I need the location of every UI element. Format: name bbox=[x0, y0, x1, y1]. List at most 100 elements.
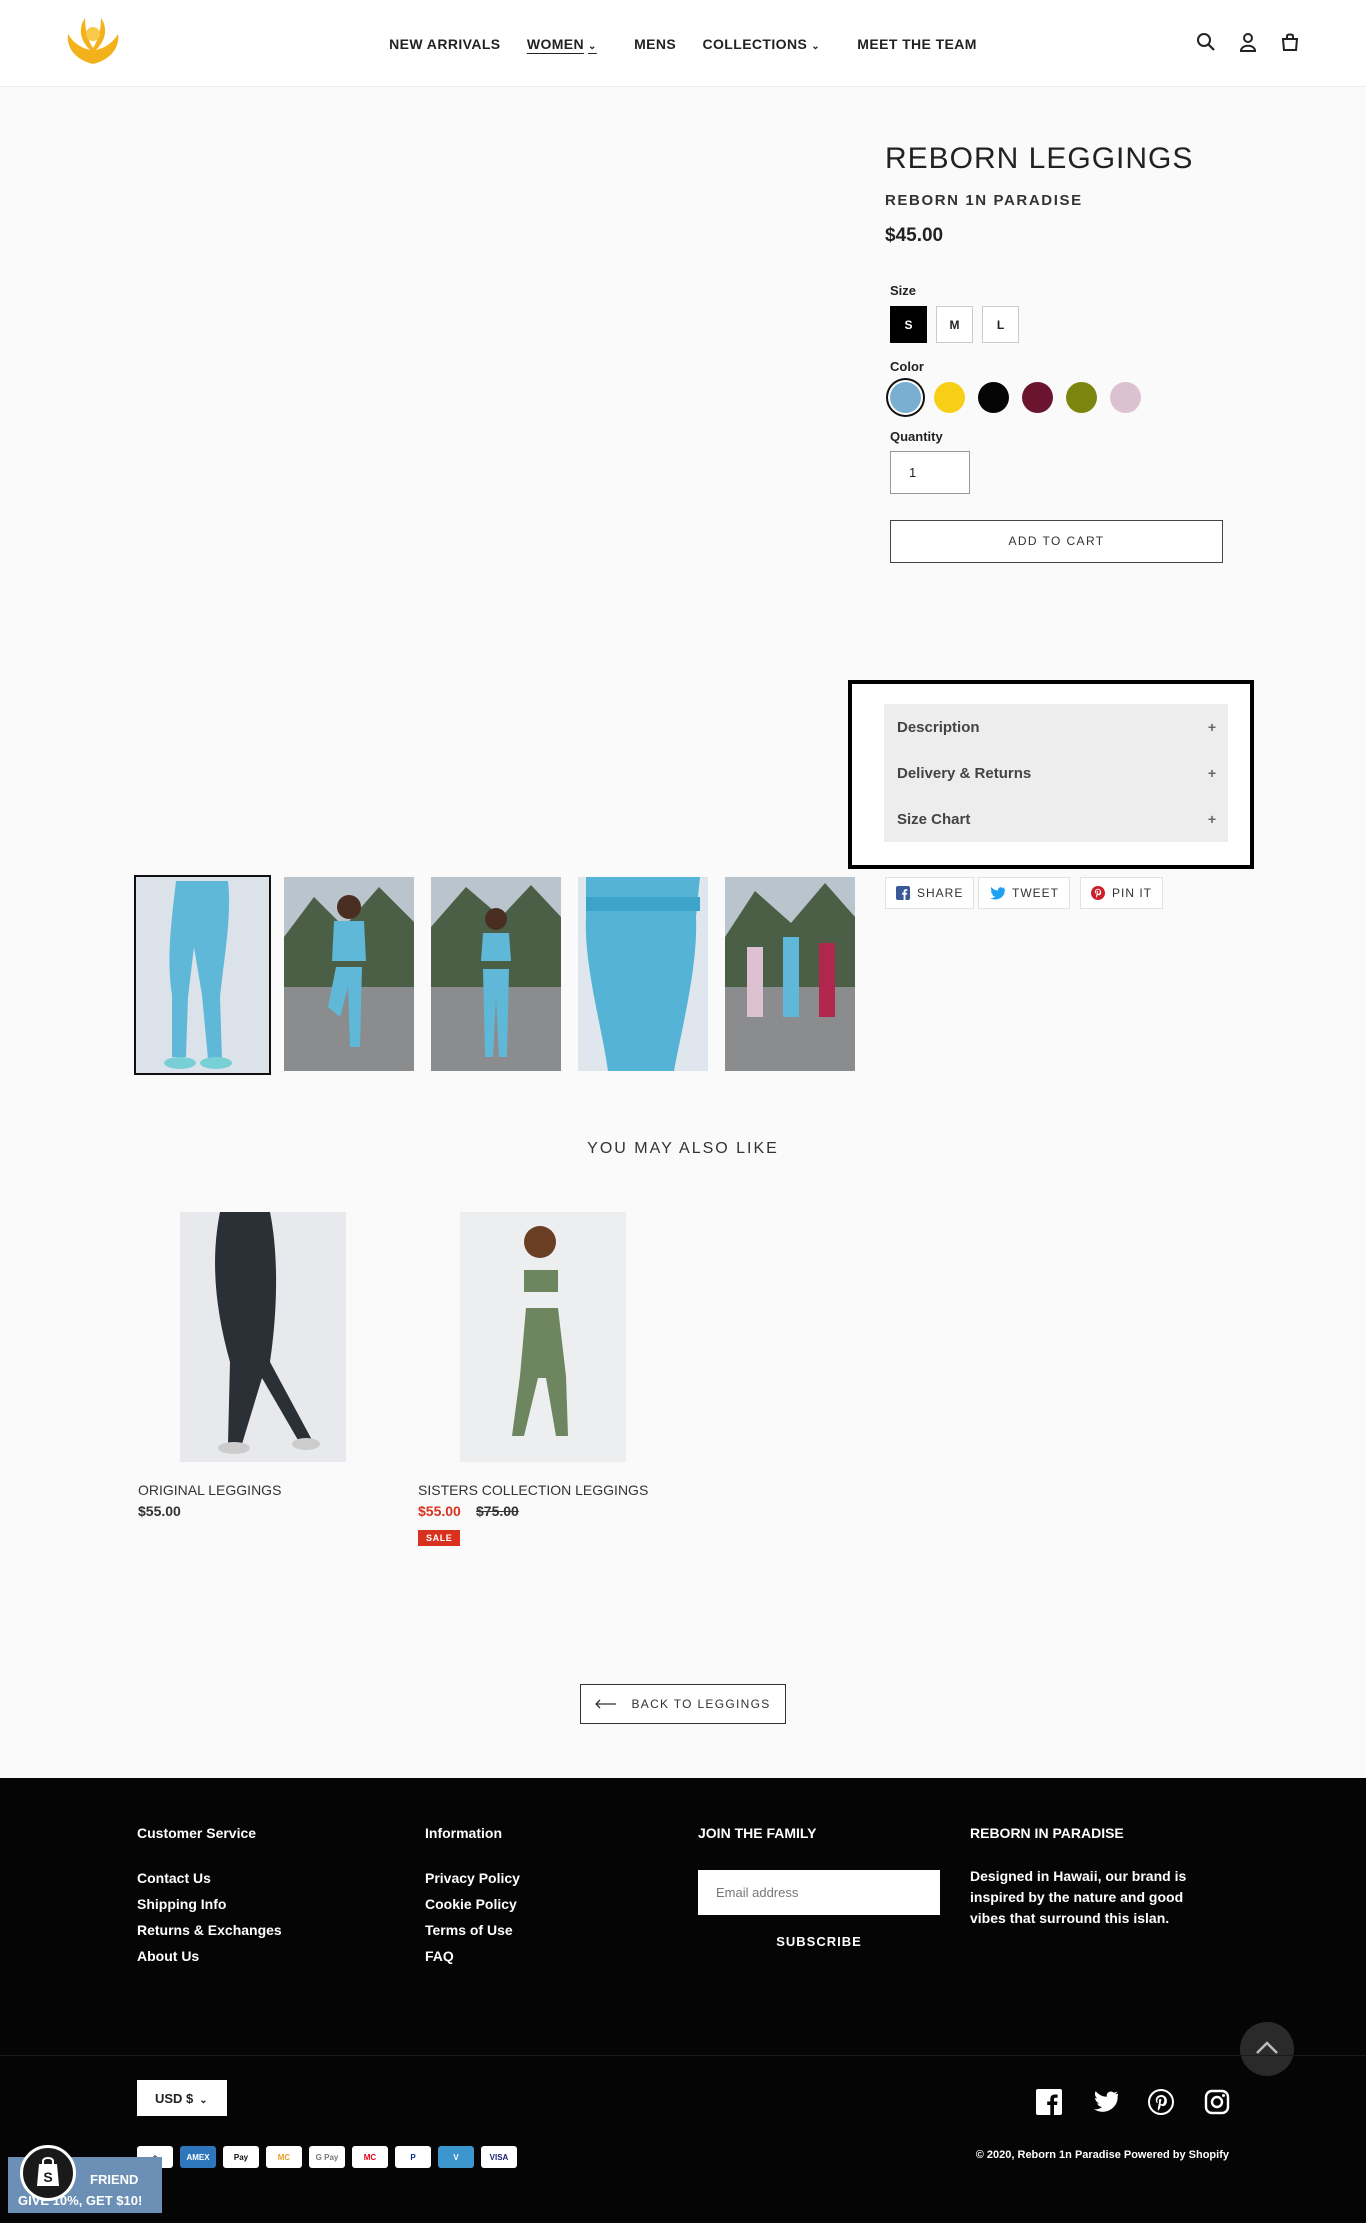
footer-link-privacy[interactable]: Privacy Policy bbox=[425, 1870, 520, 1886]
pinterest-icon bbox=[1091, 886, 1105, 900]
account-icon[interactable] bbox=[1238, 32, 1258, 52]
back-to-leggings-button[interactable]: BACK TO LEGGINGS bbox=[580, 1684, 786, 1724]
nav-women[interactable]: WOMEN ⌄ bbox=[527, 36, 608, 52]
footer-link-terms[interactable]: Terms of Use bbox=[425, 1922, 513, 1938]
chevron-down-icon: ⌄ bbox=[811, 41, 820, 52]
chevron-up-icon bbox=[1256, 2041, 1278, 2054]
color-swatch-olive[interactable] bbox=[1066, 382, 1097, 413]
payment-methods: a AMEX Pay MC G Pay MC P V VISA bbox=[137, 2146, 517, 2168]
nav-meet-the-team[interactable]: MEET THE TEAM bbox=[857, 36, 977, 52]
share-twitter-button[interactable]: TWEET bbox=[978, 877, 1070, 909]
product-thumbnail[interactable] bbox=[134, 875, 271, 1075]
related-product-image[interactable] bbox=[460, 1212, 626, 1462]
related-product-sale-price: $55.00 bbox=[418, 1503, 461, 1519]
sale-badge: SALE bbox=[418, 1530, 461, 1546]
product-thumbnail[interactable] bbox=[284, 877, 414, 1071]
nav-new-arrivals[interactable]: NEW ARRIVALS bbox=[389, 36, 500, 52]
share-facebook-button[interactable]: SHARE bbox=[885, 877, 975, 909]
site-header: NEW ARRIVALS WOMEN ⌄ MENS COLLECTIONS ⌄ ME… bbox=[0, 0, 1366, 87]
footer-about-text: Designed in Hawaii, our brand is inspire… bbox=[970, 1868, 1187, 1926]
nav-collections-label: COLLECTIONS bbox=[702, 36, 808, 52]
color-swatch-light-blue[interactable] bbox=[890, 382, 921, 413]
share-label: TWEET bbox=[1012, 886, 1059, 900]
color-label: Color bbox=[890, 359, 924, 374]
color-swatch-maroon[interactable] bbox=[1022, 382, 1053, 413]
arrow-left-icon bbox=[595, 1699, 617, 1709]
share-label: PIN IT bbox=[1112, 886, 1153, 900]
currency-label: USD $ bbox=[155, 2091, 194, 2106]
google-pay-icon: G Pay bbox=[309, 2146, 345, 2168]
facebook-icon[interactable] bbox=[1036, 2089, 1062, 2115]
add-to-cart-button[interactable]: ADD TO CART bbox=[890, 520, 1223, 563]
size-selector: S M L bbox=[890, 306, 1019, 343]
product-thumbnail[interactable] bbox=[431, 877, 561, 1071]
maestro-icon: MC bbox=[266, 2146, 302, 2168]
size-option-m[interactable]: M bbox=[936, 306, 973, 343]
subscribe-button[interactable]: SUBSCRIBE bbox=[698, 1934, 940, 1949]
chevron-down-icon: ⌄ bbox=[199, 2095, 208, 2106]
footer-link-about[interactable]: About Us bbox=[137, 1948, 199, 1964]
footer-heading-information: Information bbox=[425, 1825, 502, 1841]
color-swatch-yellow[interactable] bbox=[934, 382, 965, 413]
related-product-compare-price: $75.00 bbox=[476, 1503, 519, 1519]
twitter-icon bbox=[990, 886, 1005, 900]
accordion-label: Delivery & Returns bbox=[897, 765, 1032, 782]
scroll-to-top-button[interactable] bbox=[1240, 2022, 1294, 2076]
thumbnail-image bbox=[578, 877, 708, 1071]
referral-promo-widget[interactable]: S FRIEND GIVE 10%, GET $10! bbox=[8, 2145, 162, 2213]
size-option-l[interactable]: L bbox=[982, 306, 1019, 343]
nav-mens[interactable]: MENS bbox=[634, 36, 676, 52]
accordion-description[interactable]: Description + bbox=[884, 704, 1228, 750]
product-thumbnail[interactable] bbox=[578, 877, 708, 1071]
product-image bbox=[460, 1212, 626, 1462]
color-swatch-pink[interactable] bbox=[1110, 382, 1141, 413]
quantity-label: Quantity bbox=[890, 429, 943, 444]
footer-link-cookie[interactable]: Cookie Policy bbox=[425, 1896, 517, 1912]
size-option-s[interactable]: S bbox=[890, 306, 927, 343]
nav-collections[interactable]: COLLECTIONS ⌄ bbox=[702, 36, 831, 52]
newsletter-email-input[interactable]: Email address bbox=[698, 1870, 940, 1915]
footer-link-faq[interactable]: FAQ bbox=[425, 1948, 454, 1964]
footer-link-shipping[interactable]: Shipping Info bbox=[137, 1896, 226, 1912]
svg-text:S: S bbox=[43, 2169, 52, 2185]
cart-icon[interactable] bbox=[1280, 32, 1300, 52]
twitter-icon[interactable] bbox=[1092, 2089, 1118, 2115]
related-product-image[interactable] bbox=[180, 1212, 346, 1462]
currency-selector[interactable]: USD $ ⌄ bbox=[137, 2080, 227, 2116]
plus-icon: + bbox=[1207, 719, 1216, 735]
quantity-input[interactable]: 1 bbox=[890, 451, 970, 494]
search-icon[interactable] bbox=[1196, 32, 1216, 52]
accordion-label: Size Chart bbox=[897, 811, 971, 828]
accordion-size-chart[interactable]: Size Chart + bbox=[884, 796, 1228, 842]
visa-icon: VISA bbox=[481, 2146, 517, 2168]
mastercard-icon: MC bbox=[352, 2146, 388, 2168]
accordion-delivery-returns[interactable]: Delivery & Returns + bbox=[884, 750, 1228, 796]
product-thumbnail[interactable] bbox=[725, 877, 855, 1071]
paypal-icon: P bbox=[395, 2146, 431, 2168]
related-product-name[interactable]: SISTERS COLLECTION LEGGINGS bbox=[418, 1482, 648, 1498]
color-swatch-black[interactable] bbox=[978, 382, 1009, 413]
footer-heading-reborn: REBORN IN PARADISE bbox=[970, 1825, 1124, 1841]
related-product-name[interactable]: ORIGINAL LEGGINGS bbox=[138, 1482, 281, 1498]
thumbnail-image bbox=[431, 877, 561, 1071]
nav-women-label: WOMEN bbox=[526, 36, 585, 52]
share-pinterest-button[interactable]: PIN IT bbox=[1080, 877, 1164, 909]
accordion-label: Description bbox=[897, 719, 980, 736]
apple-pay-icon: Pay bbox=[223, 2146, 259, 2168]
product-image bbox=[180, 1212, 346, 1462]
main-nav: NEW ARRIVALS WOMEN ⌄ MENS COLLECTIONS ⌄ ME… bbox=[0, 36, 1366, 52]
product-price: $45.00 bbox=[885, 225, 944, 246]
plus-icon: + bbox=[1207, 811, 1216, 827]
plus-icon: + bbox=[1207, 765, 1216, 781]
footer-link-returns[interactable]: Returns & Exchanges bbox=[137, 1922, 282, 1938]
footer-heading-join: JOIN THE FAMILY bbox=[698, 1825, 817, 1841]
thumbnail-image bbox=[136, 877, 269, 1073]
thumbnail-image bbox=[284, 877, 414, 1071]
footer-link-contact[interactable]: Contact Us bbox=[137, 1870, 211, 1886]
product-vendor[interactable]: REBORN 1N PARADISE bbox=[885, 192, 1083, 209]
related-product-price: $55.00 bbox=[138, 1503, 181, 1519]
thumbnail-image bbox=[725, 877, 855, 1071]
pinterest-icon[interactable] bbox=[1148, 2089, 1174, 2115]
instagram-icon[interactable] bbox=[1204, 2089, 1230, 2115]
amex-icon: AMEX bbox=[180, 2146, 216, 2168]
